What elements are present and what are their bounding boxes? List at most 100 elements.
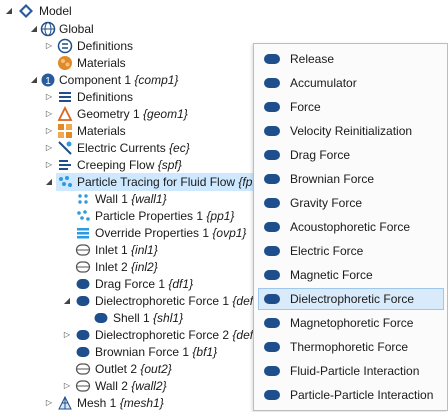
tree-node-particle-properties[interactable]: Particle Properties 1 {pp1} (0, 207, 240, 225)
menu-item-brownian-force[interactable]: Brownian Force (258, 168, 444, 190)
force-icon (75, 293, 91, 309)
materials-icon (57, 123, 73, 139)
menu-item-electric-force[interactable]: Electric Force (258, 240, 444, 262)
outlet-icon (75, 361, 91, 377)
tree-node-definitions[interactable]: ▷ Definitions (0, 88, 200, 106)
collapse-icon[interactable]: ◢ (4, 2, 14, 20)
tree-node-label: Materials (77, 56, 126, 70)
menu-item-magnetophoretic-force[interactable]: Magnetophoretic Force (258, 312, 444, 334)
tree-node-geometry[interactable]: ▷ Geometry 1 {geom1} (0, 105, 220, 123)
feature-icon (264, 318, 280, 328)
tree-node-label: Global (59, 22, 94, 36)
creeping-flow-icon (57, 157, 73, 173)
tree-node-global[interactable]: ◢ Global (0, 20, 120, 38)
tree-node-label: Inlet 2 {inl2} (95, 260, 158, 274)
feature-icon (264, 54, 280, 64)
menu-item-velocity-reinitialization[interactable]: Velocity Reinitialization (258, 120, 444, 142)
feature-icon (264, 246, 280, 256)
tree-node-label: Inlet 1 {inl1} (95, 243, 158, 257)
tree-node-global-materials[interactable]: Materials (0, 54, 200, 72)
tree-node-dielectrophoretic-force-1[interactable]: ◢ Dielectrophoretic Force 1 {def1} (0, 292, 264, 310)
force-icon (75, 327, 91, 343)
tree-node-mesh[interactable]: ▷ Mesh 1 {mesh1} (0, 394, 200, 412)
menu-item-accumulator[interactable]: Accumulator (258, 72, 444, 94)
collapse-icon[interactable]: ◢ (44, 173, 54, 191)
tree-node-label: Brownian Force 1 {bf1} (95, 345, 218, 359)
menu-item-particle-particle-interaction[interactable]: Particle-Particle Interaction (258, 384, 444, 406)
collapse-icon[interactable]: ◢ (29, 71, 39, 89)
wall-icon (75, 191, 91, 207)
definitions-icon (57, 89, 73, 105)
tree-node-creeping-flow[interactable]: ▷ Creeping Flow {spf} (0, 156, 220, 174)
tree-node-global-definitions[interactable]: ▷ Definitions (0, 37, 200, 55)
tree-node-label: Definitions (77, 39, 134, 53)
menu-item-drag-force[interactable]: Drag Force (258, 144, 444, 166)
particle-properties-icon (75, 208, 91, 224)
tree-node-label: Dielectrophoretic Force 2 {def2} (95, 328, 264, 342)
menu-item-dielectrophoretic-force[interactable]: Dielectrophoretic Force (258, 288, 444, 310)
tree-node-inlet2[interactable]: Inlet 2 {inl2} (0, 258, 200, 276)
menu-item-thermophoretic-force[interactable]: Thermophoretic Force (258, 336, 444, 358)
tree-node-label: Wall 1 {wall1} (95, 192, 167, 206)
feature-icon (264, 174, 280, 184)
tree-node-dielectrophoretic-force-2[interactable]: ▷ Dielectrophoretic Force 2 {def2} (0, 326, 264, 344)
tree-node-materials[interactable]: ▷ Materials (0, 122, 200, 140)
tree-node-drag-force[interactable]: Drag Force 1 {df1} (0, 275, 220, 293)
expand-icon[interactable]: ▷ (44, 88, 54, 106)
tree-node-electric-currents[interactable]: ▷ Electric Currents {ec} (0, 139, 220, 157)
feature-icon (264, 366, 280, 376)
tree-node-shell1[interactable]: Shell 1 {shl1} (0, 309, 200, 327)
feature-icon (264, 270, 280, 280)
tree-node-particle-tracing[interactable]: ◢ Particle Tracing for Fluid Flow {fpt} (0, 173, 260, 191)
tree-node-override-properties[interactable]: Override Properties 1 {ovp1} (0, 224, 250, 242)
menu-item-fluid-particle-interaction[interactable]: Fluid-Particle Interaction (258, 360, 444, 382)
menu-item-acoustophoretic-force[interactable]: Acoustophoretic Force (258, 216, 444, 238)
expand-icon[interactable]: ▷ (44, 156, 54, 174)
model-icon (18, 3, 34, 19)
tree-node-wall1[interactable]: Wall 1 {wall1} (0, 190, 200, 208)
mesh-icon (57, 395, 73, 411)
menu-item-gravity-force[interactable]: Gravity Force (258, 192, 444, 214)
expand-icon[interactable]: ▷ (62, 326, 72, 344)
collapse-icon[interactable]: ◢ (62, 292, 72, 310)
feature-icon (264, 126, 280, 136)
tree-node-label: Definitions (77, 90, 134, 104)
expand-icon[interactable]: ▷ (62, 377, 72, 395)
definitions-icon (57, 38, 73, 54)
inlet-icon (75, 259, 91, 275)
inlet-icon (75, 242, 91, 258)
force-icon (75, 344, 91, 360)
collapse-icon[interactable]: ◢ (29, 20, 39, 38)
shell-icon (93, 310, 109, 326)
feature-icon (264, 222, 280, 232)
expand-icon[interactable]: ▷ (44, 105, 54, 123)
menu-item-release[interactable]: Release (258, 48, 444, 70)
feature-icon (264, 342, 280, 352)
tree-node-model[interactable]: ◢ Model (0, 2, 120, 20)
tree-node-inlet1[interactable]: Inlet 1 {inl1} (0, 241, 200, 259)
force-icon (75, 276, 91, 292)
wall-icon (75, 378, 91, 394)
tree-node-component[interactable]: ◢ 1 Component 1 {comp1} (0, 71, 220, 89)
tree-node-outlet2[interactable]: Outlet 2 {out2} (0, 360, 200, 378)
expand-icon[interactable]: ▷ (44, 37, 54, 55)
context-menu: Release Accumulator Force Velocity Reini… (253, 43, 448, 411)
tree-node-brownian-force[interactable]: Brownian Force 1 {bf1} (0, 343, 220, 361)
tree-node-label: Materials (77, 124, 126, 138)
tree-node-label: Outlet 2 {out2} (95, 362, 172, 376)
menu-item-magnetic-force[interactable]: Magnetic Force (258, 264, 444, 286)
electric-currents-icon (57, 140, 73, 156)
tree-node-label: Creeping Flow {spf} (77, 158, 182, 172)
tree-node-wall2[interactable]: ▷ Wall 2 {wall2} (0, 377, 200, 395)
menu-item-force[interactable]: Force (258, 96, 444, 118)
tree-node-label: Mesh 1 {mesh1} (77, 396, 164, 410)
geometry-icon (57, 106, 73, 122)
feature-icon (264, 102, 280, 112)
expand-icon[interactable]: ▷ (44, 394, 54, 412)
expand-icon[interactable]: ▷ (44, 122, 54, 140)
tree-node-label: Shell 1 {shl1} (113, 311, 184, 325)
materials-icon (57, 55, 73, 71)
expand-icon[interactable]: ▷ (44, 139, 54, 157)
feature-icon (264, 198, 280, 208)
tree-node-label: Drag Force 1 {df1} (95, 277, 194, 291)
